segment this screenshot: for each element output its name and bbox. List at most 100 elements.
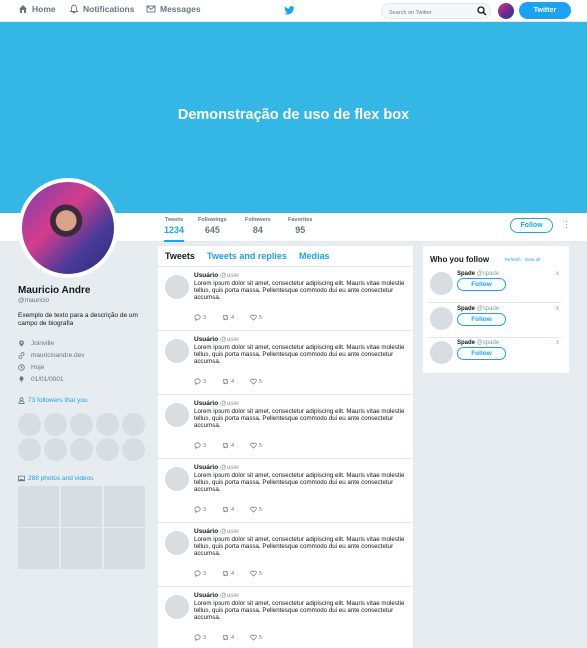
follower-avatar[interactable] bbox=[44, 413, 67, 436]
follower-avatar[interactable] bbox=[96, 413, 119, 436]
dismiss-suggestion-icon[interactable]: x bbox=[556, 306, 559, 312]
retweet-action[interactable]: 4 bbox=[222, 442, 250, 449]
dismiss-suggestion-icon[interactable]: x bbox=[556, 271, 559, 277]
suggestion-follow-button[interactable]: Follow bbox=[457, 278, 506, 291]
tweet-author-handle[interactable]: @user bbox=[220, 464, 239, 471]
follower-avatar[interactable] bbox=[122, 413, 145, 436]
website-text[interactable]: mauricioandre.dev bbox=[31, 352, 84, 359]
tweet-avatar[interactable] bbox=[165, 275, 189, 299]
retweet-action[interactable]: 4 bbox=[222, 506, 250, 513]
photo-thumbnail[interactable] bbox=[104, 486, 145, 527]
follower-avatar[interactable] bbox=[70, 413, 93, 436]
profile-website[interactable]: mauricioandre.dev bbox=[18, 352, 84, 359]
search-input[interactable] bbox=[381, 3, 491, 19]
tab-tweets-and-replies[interactable]: Tweets and replies bbox=[207, 251, 287, 261]
reply-action[interactable]: 3 bbox=[194, 570, 222, 577]
suggestion-handle[interactable]: @spade bbox=[477, 306, 499, 312]
follower-avatar[interactable] bbox=[18, 413, 41, 436]
retweet-action[interactable]: 4 bbox=[222, 634, 250, 641]
dismiss-suggestion-icon[interactable]: x bbox=[556, 340, 559, 346]
photos-link-text[interactable]: 288 photos and videos bbox=[28, 475, 93, 482]
like-action[interactable]: 5 bbox=[250, 378, 278, 385]
tweet-author-name[interactable]: Usuário bbox=[194, 336, 218, 343]
suggestion-avatar[interactable] bbox=[430, 307, 453, 330]
like-action[interactable]: 5 bbox=[250, 506, 278, 513]
more-options-icon[interactable]: · · · bbox=[565, 217, 571, 232]
tweet-author-handle[interactable]: @user bbox=[220, 272, 239, 279]
tweet-item[interactable]: Usuário @user Lorem ipsum dolor sit amet… bbox=[158, 332, 413, 395]
suggestion-follow-button[interactable]: Follow bbox=[457, 313, 506, 326]
followers-you-know-link[interactable]: 73 followers that you bbox=[18, 397, 88, 404]
twitter-bird-icon[interactable] bbox=[284, 5, 295, 16]
follower-avatar[interactable] bbox=[96, 438, 119, 461]
like-action[interactable]: 5 bbox=[250, 634, 278, 641]
follow-button[interactable]: Follow bbox=[510, 218, 553, 233]
suggestion-name[interactable]: Spade bbox=[457, 271, 475, 277]
photo-thumbnail[interactable] bbox=[61, 528, 102, 569]
tweet-author-handle[interactable]: @user bbox=[220, 592, 239, 599]
tweet-avatar[interactable] bbox=[165, 467, 189, 491]
tweet-avatar[interactable] bbox=[165, 403, 189, 427]
stat-tweets[interactable]: Tweets 1234 bbox=[164, 217, 185, 242]
nav-avatar[interactable] bbox=[498, 3, 514, 19]
suggestion-name[interactable]: Spade bbox=[457, 340, 475, 346]
reply-action[interactable]: 3 bbox=[194, 506, 222, 513]
like-action[interactable]: 5 bbox=[250, 442, 278, 449]
suggestion-avatar[interactable] bbox=[430, 272, 453, 295]
tweet-author-handle[interactable]: @user bbox=[220, 528, 239, 535]
tweet-item[interactable]: Usuário @user Lorem ipsum dolor sit amet… bbox=[158, 524, 413, 587]
tweet-avatar[interactable] bbox=[165, 339, 189, 363]
photo-thumbnail[interactable] bbox=[61, 486, 102, 527]
reply-action[interactable]: 3 bbox=[194, 314, 222, 321]
followers-link-text[interactable]: 73 followers that you bbox=[28, 397, 88, 404]
follower-avatar[interactable] bbox=[44, 438, 67, 461]
tweet-author-name[interactable]: Usuário bbox=[194, 592, 218, 599]
tweet-author-name[interactable]: Usuário bbox=[194, 528, 218, 535]
retweet-action[interactable]: 4 bbox=[222, 314, 250, 321]
nav-messages[interactable]: Messages bbox=[146, 4, 201, 14]
reply-action[interactable]: 3 bbox=[194, 378, 222, 385]
follower-avatar[interactable] bbox=[18, 438, 41, 461]
tweet-item[interactable]: Usuário @user Lorem ipsum dolor sit amet… bbox=[158, 460, 413, 523]
follower-avatar[interactable] bbox=[122, 438, 145, 461]
like-action[interactable]: 5 bbox=[250, 570, 278, 577]
tweet-item[interactable]: Usuário @user Lorem ipsum dolor sit amet… bbox=[158, 588, 413, 648]
stat-favorites[interactable]: Favorites 95 bbox=[288, 217, 312, 235]
search-icon[interactable] bbox=[477, 6, 487, 16]
reply-action[interactable]: 3 bbox=[194, 634, 222, 641]
refresh-link[interactable]: Refresh bbox=[505, 257, 521, 262]
nav-home[interactable]: Home bbox=[18, 4, 56, 14]
retweet-action[interactable]: 4 bbox=[222, 378, 250, 385]
tweet-item[interactable]: Usuário @user Lorem ipsum dolor sit amet… bbox=[158, 396, 413, 459]
tweet-button[interactable]: Twitter bbox=[519, 2, 571, 19]
profile-avatar[interactable] bbox=[18, 178, 118, 278]
tweet-item[interactable]: Usuário @user Lorem ipsum dolor sit amet… bbox=[158, 268, 413, 331]
photos-videos-link[interactable]: 288 photos and videos bbox=[18, 475, 93, 482]
view-all-link[interactable]: View all bbox=[525, 257, 540, 262]
reply-action[interactable]: 3 bbox=[194, 442, 222, 449]
tweet-author-name[interactable]: Usuário bbox=[194, 272, 218, 279]
profile-handle[interactable]: @mauricio bbox=[18, 297, 49, 304]
tweet-author-name[interactable]: Usuário bbox=[194, 464, 218, 471]
retweet-action[interactable]: 4 bbox=[222, 570, 250, 577]
stat-followers[interactable]: Followers 84 bbox=[245, 217, 271, 235]
suggestion-name[interactable]: Spade bbox=[457, 306, 475, 312]
tab-tweets[interactable]: Tweets bbox=[165, 251, 195, 261]
tweet-avatar[interactable] bbox=[165, 595, 189, 619]
tweet-avatar[interactable] bbox=[165, 531, 189, 555]
suggestion-handle[interactable]: @spade bbox=[477, 340, 499, 346]
suggestion-handle[interactable]: @spade bbox=[477, 271, 499, 277]
tab-medias[interactable]: Medias bbox=[299, 251, 330, 261]
nav-notifications[interactable]: Notifications bbox=[69, 4, 134, 14]
tweet-author-handle[interactable]: @user bbox=[220, 400, 239, 407]
tweet-author-name[interactable]: Usuário bbox=[194, 400, 218, 407]
suggestion-avatar[interactable] bbox=[430, 341, 453, 364]
tweet-author-handle[interactable]: @user bbox=[220, 336, 239, 343]
photo-thumbnail[interactable] bbox=[18, 486, 59, 527]
like-action[interactable]: 5 bbox=[250, 314, 278, 321]
photo-thumbnail[interactable] bbox=[18, 528, 59, 569]
follower-avatar[interactable] bbox=[70, 438, 93, 461]
suggestion-follow-button[interactable]: Follow bbox=[457, 347, 506, 360]
photo-thumbnail[interactable] bbox=[104, 528, 145, 569]
stat-followings[interactable]: Followings 645 bbox=[198, 217, 227, 235]
